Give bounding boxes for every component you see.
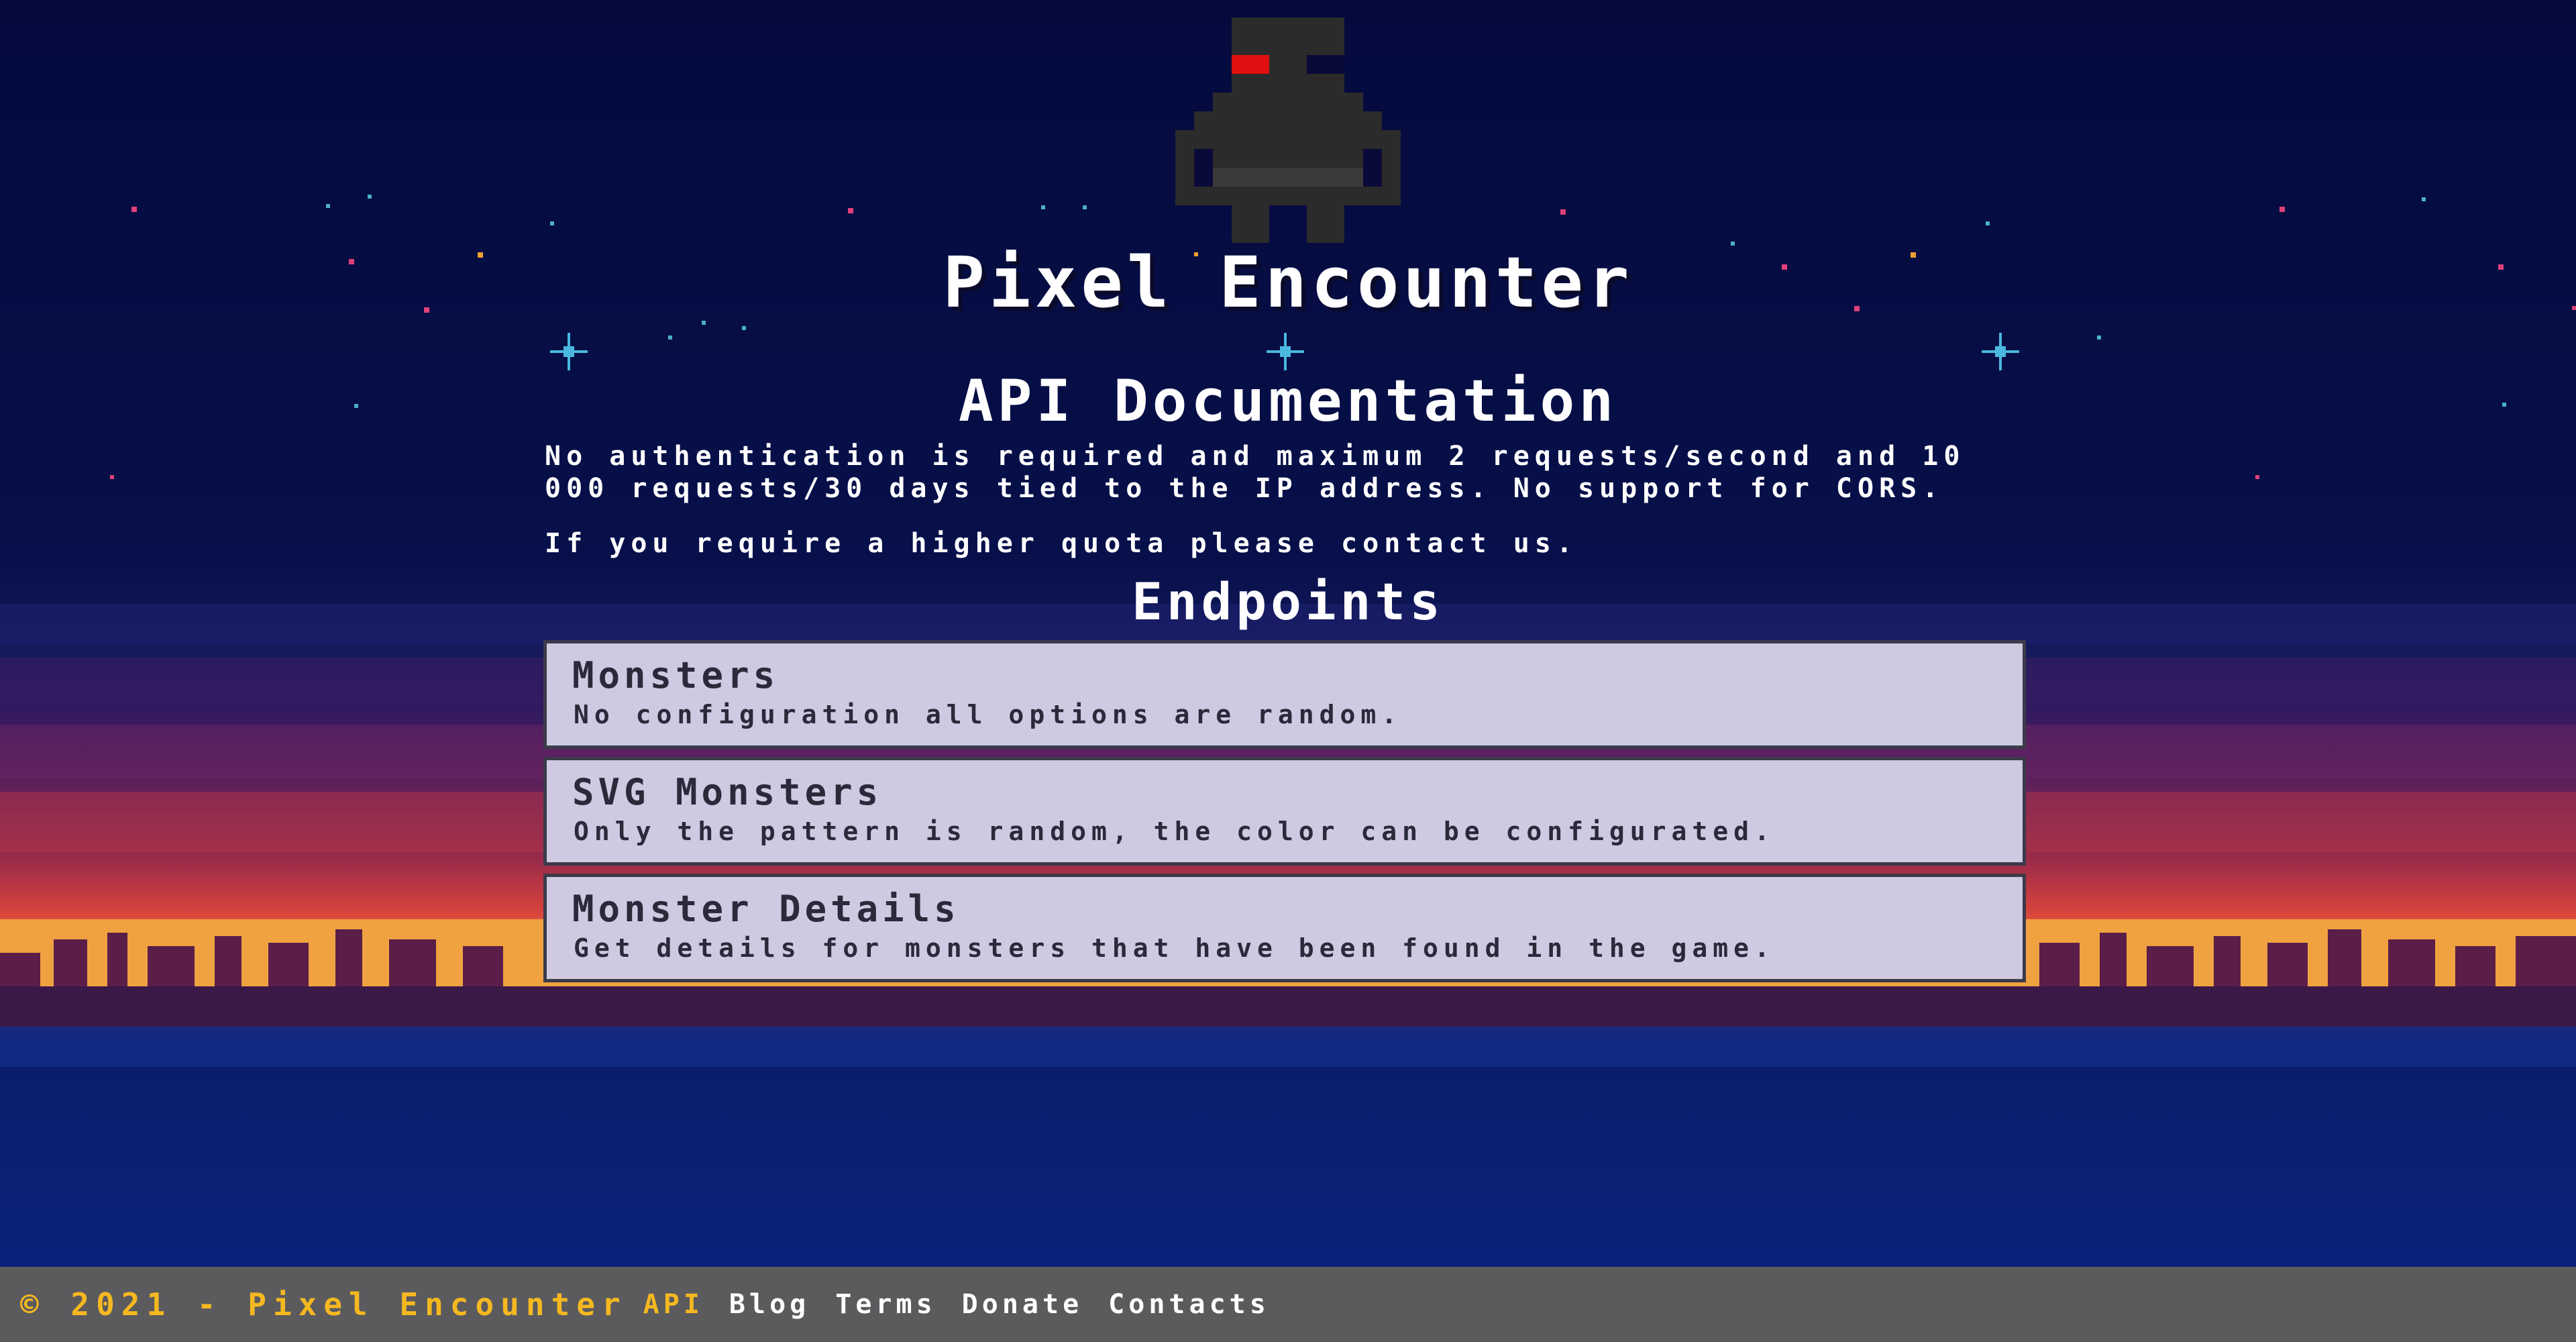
footer: © 2021 - Pixel Encounter API Blog Terms …: [0, 1267, 2576, 1342]
twinkle-stars: [550, 333, 2019, 370]
endpoint-description: No configuration all options are random.: [574, 700, 1403, 729]
footer-link-terms[interactable]: Terms: [835, 1289, 936, 1320]
endpoint-description: Get details for monsters that have been …: [574, 933, 1775, 963]
endpoint-name: Monsters: [572, 654, 780, 696]
footer-link-api[interactable]: API: [643, 1289, 704, 1320]
endpoint-card-monsters[interactable]: Monsters No configuration all options ar…: [543, 640, 2026, 749]
endpoint-description: Only the pattern is random, the color ca…: [574, 817, 1775, 846]
footer-link-contacts[interactable]: Contacts: [1108, 1289, 1270, 1320]
endpoint-card-svg-monsters[interactable]: SVG Monsters Only the pattern is random,…: [543, 757, 2026, 866]
footer-link-blog[interactable]: Blog: [729, 1289, 810, 1320]
doc-title: API Documentation: [958, 368, 1618, 435]
site-title: Pixel Encounter: [943, 242, 1633, 323]
robot-mascot-icon: [1175, 17, 1401, 243]
intro-paragraph: No authentication is required and maximu…: [545, 441, 1966, 504]
water-band: [0, 1027, 2576, 1067]
footer-link-donate[interactable]: Donate: [962, 1289, 1083, 1320]
endpoint-name: Monster Details: [572, 888, 960, 930]
endpoint-name: SVG Monsters: [572, 771, 883, 813]
endpoint-card-monster-details[interactable]: Monster Details Get details for monsters…: [543, 874, 2026, 982]
endpoints-title: Endpoints: [1132, 572, 1444, 631]
quota-paragraph: If you require a higher quota please con…: [545, 528, 1578, 559]
copyright-text: © 2021 - Pixel Encounter: [20, 1286, 627, 1323]
